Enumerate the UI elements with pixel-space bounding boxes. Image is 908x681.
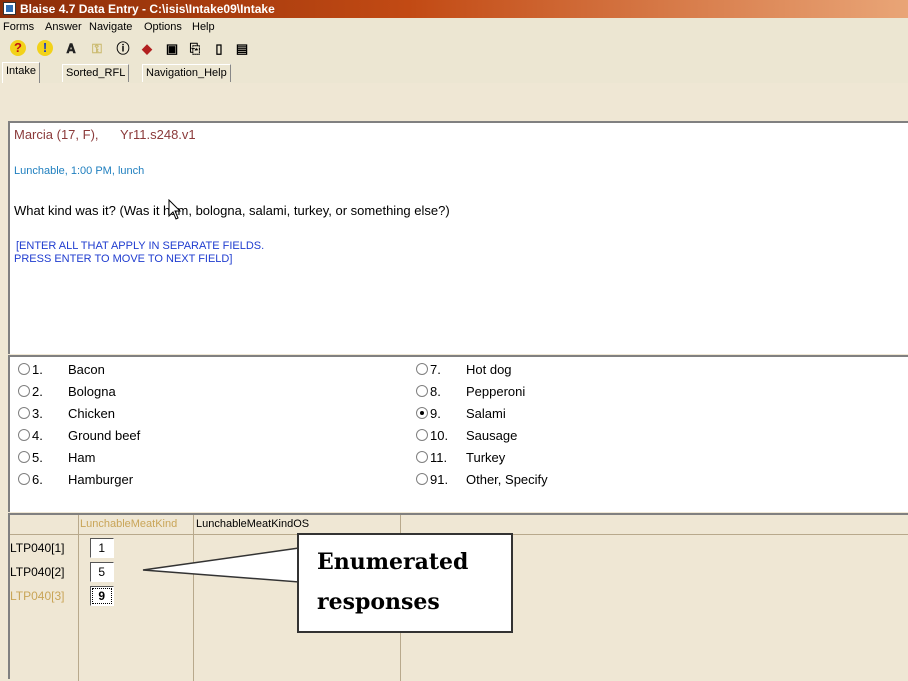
answer-option[interactable]: 7. Hot dog <box>416 359 716 381</box>
radio-button[interactable] <box>18 385 30 397</box>
title-bar: Blaise 4.7 Data Entry - C:\isis\Intake09… <box>0 0 908 18</box>
answer-label: Pepperoni <box>466 384 526 399</box>
tab-navigation-help[interactable]: Navigation_Help <box>142 64 231 82</box>
menu-help[interactable]: Help <box>192 21 215 33</box>
answer-option[interactable]: 6. Hamburger <box>18 469 358 491</box>
callout-pointer <box>142 547 300 583</box>
instruction-line-2: PRESS ENTER TO MOVE TO NEXT FIELD] <box>14 253 233 265</box>
radio-button[interactable] <box>18 429 30 441</box>
row-label-active: LTP040[3] <box>10 589 65 603</box>
menu-forms[interactable]: Forms <box>3 21 34 33</box>
answer-option[interactable]: 3. Chicken <box>18 403 358 425</box>
answer-option[interactable]: 2. Bologna <box>18 381 358 403</box>
radio-button[interactable] <box>416 451 428 463</box>
radio-button[interactable] <box>18 363 30 375</box>
answer-option[interactable]: 10. Sausage <box>416 425 716 447</box>
answer-code: 2. <box>32 384 43 399</box>
tab-intake[interactable]: Intake <box>2 62 40 83</box>
save-disk-icon[interactable]: ▤ <box>233 40 251 58</box>
radio-button[interactable] <box>416 473 428 485</box>
answer-label: Turkey <box>466 450 506 465</box>
answer-code: 1. <box>32 362 43 377</box>
question-text: What kind was it? (Was it ham, bologna, … <box>14 203 450 218</box>
question-pane: Marcia (17, F), Yr11.s248.v1 Lunchable, … <box>8 121 908 354</box>
answer-label: Salami <box>466 406 506 421</box>
answer-option[interactable]: 11. Turkey <box>416 447 716 469</box>
callout-line-2: responses <box>317 589 440 615</box>
version-label: Yr11.s248.v1 <box>120 127 196 142</box>
radio-button[interactable] <box>18 451 30 463</box>
answer-label: Ham <box>68 450 96 465</box>
info-icon[interactable]: ⓘ <box>114 40 132 58</box>
answer-code: 10. <box>430 428 449 443</box>
radio-button[interactable] <box>18 407 30 419</box>
callout-box: Enumerated responses <box>297 533 513 633</box>
help-question-icon[interactable]: ? <box>10 40 26 56</box>
diamond-icon[interactable]: ◆ <box>138 40 156 58</box>
answer-option[interactable]: 5. Ham <box>18 447 358 469</box>
key-icon[interactable]: ⚿ <box>88 40 106 58</box>
answer-label: Hamburger <box>68 472 134 487</box>
answer-label: Sausage <box>466 428 518 443</box>
window-title: Blaise 4.7 Data Entry - C:\isis\Intake09… <box>20 2 275 16</box>
column-header-meat-kind[interactable]: LunchableMeatKind <box>80 515 177 534</box>
grid-divider <box>78 515 79 681</box>
answer-option[interactable]: 4. Ground beef <box>18 425 358 447</box>
row-label: LTP040[2] <box>10 565 65 579</box>
answer-code: 8. <box>430 384 441 399</box>
radio-button-selected[interactable] <box>416 407 428 419</box>
answer-option[interactable]: 9. Salami <box>416 403 716 425</box>
menu-answer[interactable]: Answer <box>45 21 82 33</box>
answer-code: 7. <box>430 362 441 377</box>
response-field[interactable]: 1 <box>90 538 114 558</box>
answer-label: Other, Specify <box>466 472 548 487</box>
row-label: LTP040[1] <box>10 541 65 555</box>
toolbar: ? ! 𝚨 ⚿ ⓘ ◆ ▣ ⎘ ▯ ▤ <box>0 37 908 61</box>
answer-code: 9. <box>430 406 441 421</box>
answer-option[interactable]: 8. Pepperoni <box>416 381 716 403</box>
callout-line-1: Enumerated <box>317 549 469 575</box>
answer-code: 3. <box>32 406 43 421</box>
mouse-cursor-icon <box>168 199 182 220</box>
answer-code: 4. <box>32 428 43 443</box>
grid-divider <box>193 515 194 681</box>
answer-pane: 1. Bacon 2. Bologna 3. Chicken 4. Ground… <box>8 355 908 512</box>
answer-label: Bacon <box>68 362 105 377</box>
menu-options[interactable]: Options <box>144 21 182 33</box>
binoculars-icon[interactable]: ▣ <box>163 40 181 58</box>
column-header-meat-kind-os[interactable]: LunchableMeatKindOS <box>196 515 309 534</box>
copy-icon[interactable]: ⎘ <box>186 40 204 58</box>
respondent-label: Marcia (17, F), <box>14 127 99 142</box>
exclamation-icon[interactable]: ! <box>37 40 53 56</box>
answer-option[interactable]: 1. Bacon <box>18 359 358 381</box>
answer-code: 91. <box>430 472 449 487</box>
paperclip-icon[interactable]: 𝚨 <box>62 40 80 58</box>
tab-sorted-rfl[interactable]: Sorted_RFL <box>62 64 130 82</box>
radio-button[interactable] <box>416 385 428 397</box>
answer-code: 11. <box>430 450 448 465</box>
radio-button[interactable] <box>18 473 30 485</box>
new-document-icon[interactable]: ▯ <box>210 40 228 58</box>
answer-code: 5. <box>32 450 43 465</box>
menu-navigate[interactable]: Navigate <box>89 21 132 33</box>
tab-strip: Intake Sorted_RFL Navigation_Help <box>0 61 908 83</box>
radio-button[interactable] <box>416 363 428 375</box>
response-field[interactable]: 5 <box>90 562 114 582</box>
app-icon <box>3 2 16 15</box>
food-context: Lunchable, 1:00 PM, lunch <box>14 165 145 177</box>
response-field-active[interactable]: 9 <box>90 586 114 606</box>
answer-label: Hot dog <box>466 362 512 377</box>
answer-code: 6. <box>32 472 43 487</box>
answer-label: Chicken <box>68 406 115 421</box>
menu-bar: Forms Answer Navigate Options Help <box>0 18 908 37</box>
radio-button[interactable] <box>416 429 428 441</box>
answer-label: Ground beef <box>68 428 141 443</box>
instruction-line-1: [ENTER ALL THAT APPLY IN SEPARATE FIELDS… <box>16 240 265 252</box>
answer-option[interactable]: 91. Other, Specify <box>416 469 716 491</box>
answer-label: Bologna <box>68 384 116 399</box>
